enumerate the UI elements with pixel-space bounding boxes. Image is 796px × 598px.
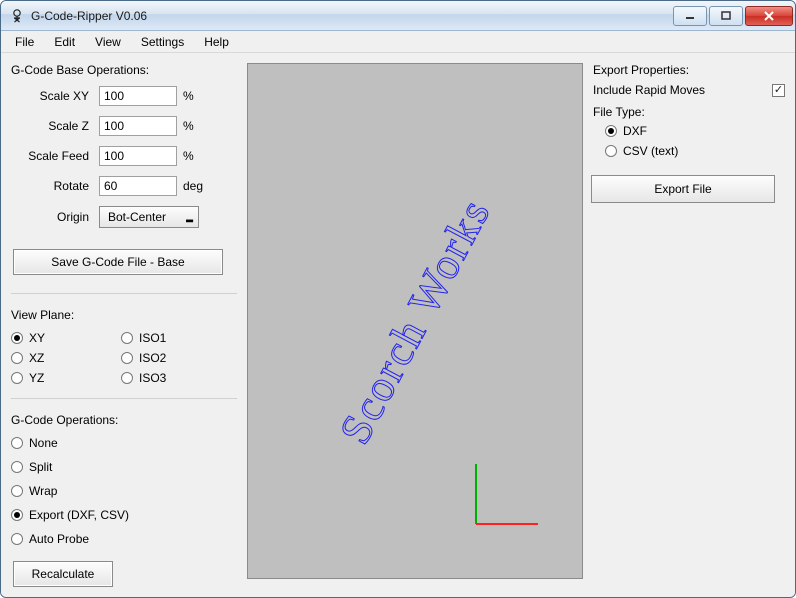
radio-icon — [121, 352, 133, 364]
scale-xy-unit: % — [177, 89, 207, 103]
viewplane-iso3[interactable]: ISO3 — [119, 368, 168, 388]
save-gcode-base-button[interactable]: Save G-Code File - Base — [13, 249, 223, 275]
radio-icon — [11, 485, 23, 497]
include-rapid-checkbox[interactable] — [772, 84, 785, 97]
filetype-dxf[interactable]: DXF — [591, 121, 787, 141]
menu-view[interactable]: View — [85, 32, 131, 52]
origin-dropdown[interactable]: Bot-Center ▂ — [99, 206, 199, 228]
axes-icon — [466, 454, 546, 534]
scale-z-unit: % — [177, 119, 207, 133]
gcode-ops-heading: G-Code Operations: — [9, 409, 239, 429]
filetype-csv[interactable]: CSV (text) — [591, 141, 787, 161]
op-wrap[interactable]: Wrap — [9, 481, 239, 501]
scale-xy-input[interactable] — [99, 86, 177, 106]
op-split[interactable]: Split — [9, 457, 239, 477]
viewplane-xz[interactable]: XZ — [9, 348, 119, 368]
scale-z-input[interactable] — [99, 116, 177, 136]
menubar: File Edit View Settings Help — [1, 31, 795, 53]
radio-icon — [605, 125, 617, 137]
minimize-button[interactable] — [673, 6, 707, 26]
scale-feed-label: Scale Feed — [9, 149, 99, 163]
radio-icon — [605, 145, 617, 157]
window-title: G-Code-Ripper V0.06 — [31, 9, 671, 23]
rotate-input[interactable] — [99, 176, 177, 196]
radio-icon — [11, 437, 23, 449]
app-icon — [9, 8, 25, 24]
left-panel: G-Code Base Operations: Scale XY % Scale… — [9, 59, 239, 587]
content-area: G-Code Base Operations: Scale XY % Scale… — [1, 53, 795, 597]
origin-value: Bot-Center — [108, 210, 166, 224]
menu-edit[interactable]: Edit — [44, 32, 85, 52]
viewplane-iso2[interactable]: ISO2 — [119, 348, 168, 368]
radio-icon — [11, 533, 23, 545]
radio-icon — [11, 352, 23, 364]
rotate-unit: deg — [177, 179, 207, 193]
export-props-heading: Export Properties: — [591, 59, 787, 79]
radio-icon — [11, 332, 23, 344]
scale-feed-unit: % — [177, 149, 207, 163]
viewplane-yz[interactable]: YZ — [9, 368, 119, 388]
view-plane-heading: View Plane: — [9, 304, 239, 324]
scale-z-label: Scale Z — [9, 119, 99, 133]
divider — [11, 398, 237, 399]
right-panel: Export Properties: Include Rapid Moves F… — [591, 59, 787, 587]
rotate-label: Rotate — [9, 179, 99, 193]
export-file-button[interactable]: Export File — [591, 175, 775, 203]
recalculate-button[interactable]: Recalculate — [13, 561, 113, 587]
op-export[interactable]: Export (DXF, CSV) — [9, 505, 239, 525]
radio-icon — [11, 461, 23, 473]
include-rapid-label: Include Rapid Moves — [593, 83, 705, 97]
menu-file[interactable]: File — [5, 32, 44, 52]
op-none[interactable]: None — [9, 433, 239, 453]
origin-label: Origin — [9, 210, 99, 224]
viewplane-xy[interactable]: XY — [9, 328, 119, 348]
app-window: G-Code-Ripper V0.06 File Edit View Setti… — [0, 0, 796, 598]
scale-feed-input[interactable] — [99, 146, 177, 166]
viewplane-iso1[interactable]: ISO1 — [119, 328, 168, 348]
dropdown-handle-icon: ▂ — [186, 212, 192, 223]
op-autoprobe[interactable]: Auto Probe — [9, 529, 239, 549]
window-controls — [671, 6, 793, 26]
radio-icon — [11, 372, 23, 384]
base-ops-heading: G-Code Base Operations: — [9, 59, 239, 79]
menu-help[interactable]: Help — [194, 32, 239, 52]
maximize-button[interactable] — [709, 6, 743, 26]
titlebar[interactable]: G-Code-Ripper V0.06 — [1, 1, 795, 31]
preview-canvas[interactable]: Scorch Works — [247, 63, 583, 579]
close-button[interactable] — [745, 6, 793, 26]
radio-icon — [11, 509, 23, 521]
divider — [11, 293, 237, 294]
preview-toolpath-text: Scorch Works — [329, 190, 501, 452]
scale-xy-label: Scale XY — [9, 89, 99, 103]
file-type-heading: File Type: — [591, 101, 787, 121]
radio-icon — [121, 332, 133, 344]
menu-settings[interactable]: Settings — [131, 32, 194, 52]
radio-icon — [121, 372, 133, 384]
